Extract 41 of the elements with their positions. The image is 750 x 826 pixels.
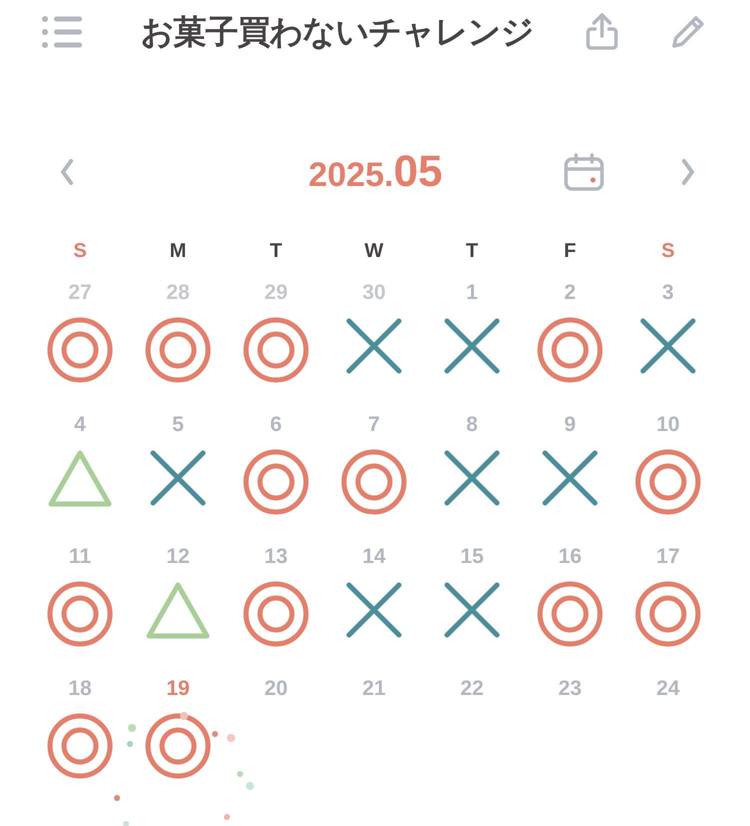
weekday-label: M [168,240,188,264]
day-number[interactable]: 11 [68,544,92,570]
day-number[interactable]: 15 [460,544,484,570]
weekday-label: S [660,240,676,264]
day-number[interactable]: 22 [460,676,484,702]
day-number[interactable]: 3 [662,280,674,306]
weekday-label: S [72,240,88,264]
day-number[interactable]: 29 [264,280,288,306]
day-number[interactable]: 10 [656,412,680,438]
day-number[interactable]: 13 [264,544,288,570]
weekday-label: F [562,240,578,264]
day-number[interactable]: 9 [564,412,576,438]
month-label: 2025.05 [307,147,444,197]
day-number[interactable]: 28 [166,280,190,306]
day-number[interactable]: 2 [564,280,576,306]
weekday-label: W [364,240,384,264]
day-number[interactable]: 1 [466,280,478,306]
day-number[interactable]: 5 [172,412,184,438]
day-number[interactable]: 27 [68,280,92,306]
day-number[interactable]: 18 [68,676,92,702]
day-number[interactable]: 17 [656,544,680,570]
day-number[interactable]: 7 [368,412,380,438]
day-number[interactable]: 23 [558,676,582,702]
day-number[interactable]: 8 [466,412,478,438]
weekday-label: T [464,240,480,264]
menu-icon [42,15,82,49]
day-number[interactable]: 21 [362,676,386,702]
chevron-left-icon [59,157,75,187]
day-number[interactable]: 19 [166,676,190,702]
day-number[interactable]: 4 [74,412,86,438]
day-number[interactable]: 30 [362,280,386,306]
weekday-label: T [268,240,284,264]
day-number[interactable]: 20 [264,676,288,702]
page-title: お菓子買わないチャレンジ [140,10,534,52]
day-number[interactable]: 12 [166,544,190,570]
day-number[interactable]: 24 [656,676,680,702]
day-number[interactable]: 6 [270,412,282,438]
day-number[interactable]: 14 [362,544,386,570]
calendar-icon [563,152,605,192]
chevron-right-icon [680,157,696,187]
day-number[interactable]: 16 [558,544,582,570]
